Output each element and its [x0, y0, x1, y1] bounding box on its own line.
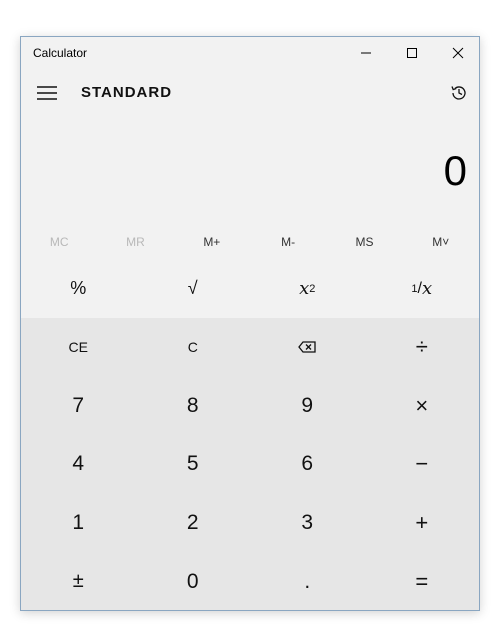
menu-button[interactable]: [29, 75, 65, 111]
minimize-button[interactable]: [343, 37, 389, 69]
divide-button[interactable]: ÷: [365, 318, 480, 377]
close-button[interactable]: [435, 37, 479, 69]
digit-3-button[interactable]: 3: [250, 494, 365, 553]
square-base-label: x: [299, 278, 310, 299]
digit-7-button[interactable]: 7: [21, 377, 136, 436]
digit-1-button[interactable]: 1: [21, 494, 136, 553]
add-button[interactable]: +: [365, 494, 480, 553]
keypad: CE C ÷ 7 8 9 × 4 5 6 − 1 2 3 + ± 0 . =: [21, 318, 480, 610]
window-title: Calculator: [33, 46, 88, 60]
memory-recall-button[interactable]: MR: [97, 227, 173, 257]
reciprocal-denominator-label: x: [421, 278, 433, 299]
maximize-button[interactable]: [389, 37, 435, 69]
memory-list-button[interactable]: M˅: [403, 227, 479, 257]
history-button[interactable]: [441, 75, 477, 111]
digit-5-button[interactable]: 5: [136, 435, 251, 494]
title-bar: Calculator: [21, 37, 479, 69]
history-icon: [451, 86, 466, 100]
result-display: 0: [443, 147, 467, 194]
close-icon: [452, 47, 464, 59]
square-exponent-label: 2: [309, 282, 316, 295]
digit-4-button[interactable]: 4: [21, 435, 136, 494]
square-root-button[interactable]: √: [136, 259, 251, 318]
function-row: % √ x2 1/x: [21, 259, 479, 318]
percent-button[interactable]: %: [21, 259, 136, 318]
app-header: STANDARD: [21, 75, 479, 115]
digit-9-button[interactable]: 9: [250, 377, 365, 436]
backspace-icon: [298, 341, 316, 353]
hamburger-icon: [37, 86, 57, 100]
digit-6-button[interactable]: 6: [250, 435, 365, 494]
memory-add-button[interactable]: M+: [174, 227, 250, 257]
clear-button[interactable]: C: [136, 318, 251, 377]
decimal-button[interactable]: .: [250, 552, 365, 610]
digit-8-button[interactable]: 8: [136, 377, 251, 436]
maximize-icon: [407, 48, 417, 58]
digit-0-button[interactable]: 0: [136, 552, 251, 610]
negate-button[interactable]: ±: [21, 552, 136, 610]
equals-button[interactable]: =: [365, 552, 480, 610]
calculator-window: Calculator STANDARD 0 MC MR M+ M- MS M˅ …: [20, 36, 480, 611]
memory-clear-button[interactable]: MC: [21, 227, 97, 257]
memory-subtract-button[interactable]: M-: [250, 227, 326, 257]
reciprocal-button[interactable]: 1/x: [365, 259, 480, 318]
subtract-button[interactable]: −: [365, 435, 480, 494]
backspace-button[interactable]: [250, 318, 365, 377]
digit-2-button[interactable]: 2: [136, 494, 251, 553]
memory-store-button[interactable]: MS: [326, 227, 402, 257]
clear-entry-button[interactable]: CE: [21, 318, 136, 377]
memory-row: MC MR M+ M- MS M˅: [21, 227, 479, 257]
multiply-button[interactable]: ×: [365, 377, 480, 436]
mode-title: STANDARD: [81, 84, 173, 101]
minimize-icon: [361, 52, 371, 54]
square-button[interactable]: x2: [250, 259, 365, 318]
